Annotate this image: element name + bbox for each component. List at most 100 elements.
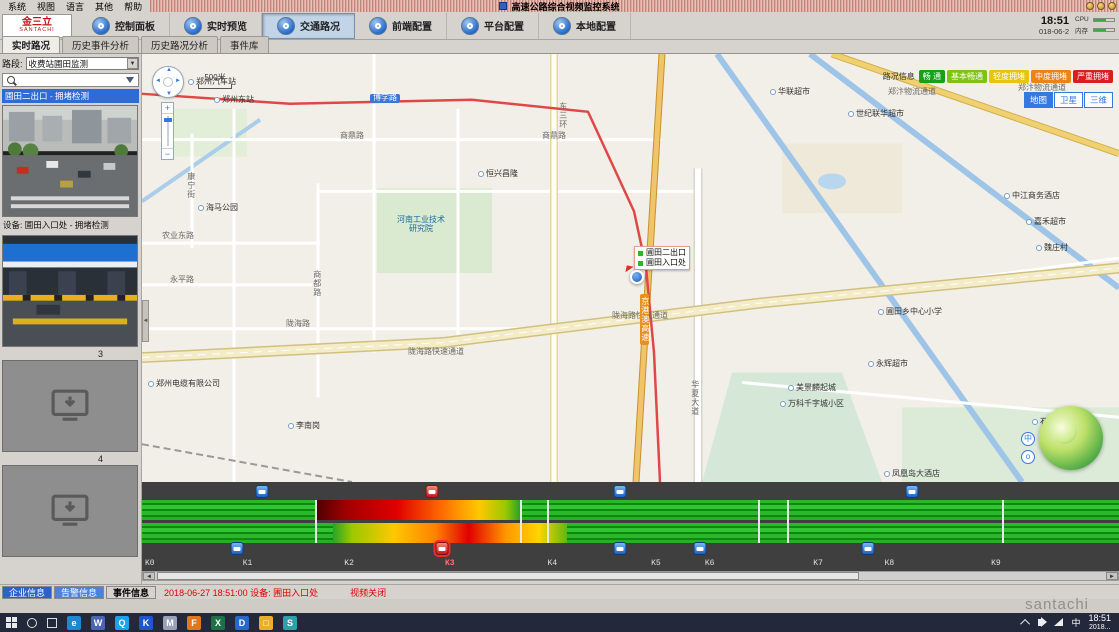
toolbar-button[interactable]: 平台配置 — [447, 13, 539, 39]
legend-level-chip[interactable]: 轻度拥堵 — [989, 70, 1029, 83]
legend-level-chip[interactable]: 畅 通 — [919, 70, 945, 83]
network-icon[interactable] — [1054, 618, 1063, 626]
camera-icon[interactable] — [426, 485, 439, 498]
map-label: 商都路 — [312, 270, 321, 297]
status-tab-button[interactable]: 告警信息 — [54, 586, 104, 599]
map-zoom-slider[interactable]: + − — [161, 102, 174, 160]
camera-thumbnail-1[interactable] — [2, 105, 138, 217]
menu-item[interactable]: 视图 — [37, 0, 55, 13]
camera-icon[interactable] — [861, 542, 874, 555]
camera-thumbnail-2[interactable] — [2, 235, 138, 347]
menu-item[interactable]: 语言 — [66, 0, 84, 13]
status-tab-button[interactable]: 事件信息 — [106, 586, 156, 599]
km-marker[interactable]: K7 — [813, 559, 823, 568]
start-button[interactable] — [6, 617, 17, 628]
km-marker[interactable]: K0 — [145, 559, 155, 568]
pan-right-icon[interactable]: ► — [175, 78, 181, 84]
taskbar-app-icon[interactable]: e — [67, 616, 81, 630]
toolbar-button[interactable]: 交通路况 — [262, 13, 355, 39]
km-marker[interactable]: K1 — [243, 559, 253, 568]
video-slot[interactable]: 3 — [2, 349, 139, 452]
taskbar-app-icon[interactable]: K — [139, 616, 153, 630]
status-tab-button[interactable]: 企业信息 — [2, 586, 52, 599]
device-marker-label[interactable]: 圃田二出口 圃田入口处 — [634, 246, 690, 270]
km-marker[interactable]: K8 — [885, 559, 895, 568]
ime-indicator[interactable]: 中 — [1071, 616, 1080, 629]
map-pan-compass[interactable]: ▲ ▼ ◄ ► — [152, 66, 184, 98]
camera-icon[interactable] — [256, 485, 269, 498]
map-view-button[interactable]: 地图 — [1024, 92, 1053, 108]
panel-collapse-handle[interactable]: ◄ — [142, 300, 149, 342]
map-widget-button[interactable]: 中 — [1021, 432, 1035, 446]
camera-icon[interactable] — [613, 485, 626, 498]
map-view-button[interactable]: 卫星 — [1054, 92, 1083, 108]
tray-clock[interactable]: 18:51 2018... — [1088, 614, 1111, 632]
pan-left-icon[interactable]: ◄ — [155, 78, 161, 84]
no-video-placeholder[interactable] — [2, 360, 138, 452]
taskbar-app-icon[interactable]: □ — [259, 616, 273, 630]
maximize-button[interactable] — [1097, 2, 1105, 10]
scrollbar-thumb[interactable] — [157, 572, 859, 580]
legend-level-chip[interactable]: 基本畅通 — [947, 70, 987, 83]
filter-icon[interactable] — [126, 77, 134, 83]
taskbar-app-icon[interactable]: W — [91, 616, 105, 630]
volume-icon[interactable] — [1038, 619, 1042, 626]
zoom-slider-thumb[interactable] — [164, 118, 172, 122]
camera-icon[interactable] — [435, 542, 448, 555]
road-section-select[interactable]: 收费站圃田监测 ▼ — [26, 57, 139, 70]
toolbar-button[interactable]: 控制面板 — [78, 13, 170, 39]
task-view-icon[interactable] — [47, 618, 57, 628]
km-marker[interactable]: K5 — [651, 559, 661, 568]
taskbar-app-icon[interactable]: S — [283, 616, 297, 630]
chevron-down-icon[interactable]: ▼ — [127, 58, 138, 69]
map-view-button[interactable]: 三维 — [1084, 92, 1113, 108]
menu-item[interactable]: 其他 — [95, 0, 113, 13]
taskbar-app-icon[interactable]: M — [163, 616, 177, 630]
video-slot[interactable]: 4 — [2, 454, 139, 557]
tab[interactable]: 历史事件分析 — [62, 36, 139, 53]
tab[interactable]: 事件库 — [220, 36, 269, 53]
camera-icon[interactable] — [693, 542, 706, 555]
close-button[interactable] — [1108, 2, 1116, 10]
map-ad-thumbnail[interactable] — [1039, 406, 1103, 470]
taskbar-app-icon[interactable]: Q — [115, 616, 129, 630]
map-view[interactable]: 郑州汽车站 郑州东站 博学路 商鼎路 — [142, 54, 1119, 482]
km-marker[interactable]: K9 — [991, 559, 1001, 568]
map-zoom-control[interactable]: ▲ ▼ ◄ ► + − — [152, 66, 184, 160]
toolbar-button[interactable]: 本地配置 — [539, 13, 631, 39]
taskbar-app-icon[interactable]: D — [235, 616, 249, 630]
zoom-out-button[interactable]: − — [162, 148, 173, 159]
tray-expand-icon[interactable] — [1021, 619, 1031, 629]
map-widget-button[interactable]: o — [1021, 450, 1035, 464]
camera-icon[interactable] — [613, 542, 626, 555]
strip-scrollbar[interactable]: ◄ ► — [142, 571, 1119, 581]
pan-down-icon[interactable]: ▼ — [166, 91, 172, 97]
km-marker[interactable]: K4 — [548, 559, 558, 568]
km-marker[interactable]: K6 — [705, 559, 715, 568]
zoom-in-button[interactable]: + — [162, 103, 173, 114]
legend-level-chip[interactable]: 严重拥堵 — [1073, 70, 1113, 83]
menu-item[interactable]: 帮助 — [124, 0, 142, 13]
device-list-selected-item[interactable]: 圃田二出口 - 拥堵检测 — [2, 89, 139, 103]
taskbar-app-icon[interactable]: X — [211, 616, 225, 630]
tab[interactable]: 实时路况 — [2, 36, 60, 53]
legend-level-chip[interactable]: 中度拥堵 — [1031, 70, 1071, 83]
km-marker[interactable]: K2 — [344, 559, 354, 568]
camera-icon[interactable] — [905, 485, 918, 498]
device-marker-pin[interactable] — [630, 270, 644, 284]
menu-item[interactable]: 系统 — [8, 0, 26, 13]
scroll-left-icon[interactable]: ◄ — [143, 572, 155, 580]
toolbar-button[interactable]: 实时预览 — [170, 13, 262, 39]
km-marker[interactable]: K3 — [445, 559, 455, 568]
pan-up-icon[interactable]: ▲ — [166, 67, 172, 73]
taskbar-app-icon[interactable]: F — [187, 616, 201, 630]
camera-icon[interactable] — [230, 542, 243, 555]
device-search[interactable] — [2, 73, 139, 87]
taskbar-search-icon[interactable] — [27, 618, 37, 628]
scroll-right-icon[interactable]: ► — [1106, 572, 1118, 580]
search-icon[interactable] — [7, 76, 15, 84]
tab[interactable]: 历史路况分析 — [141, 36, 218, 53]
minimize-button[interactable] — [1086, 2, 1094, 10]
toolbar-button[interactable]: 前端配置 — [355, 13, 447, 39]
no-video-placeholder[interactable] — [2, 465, 138, 557]
